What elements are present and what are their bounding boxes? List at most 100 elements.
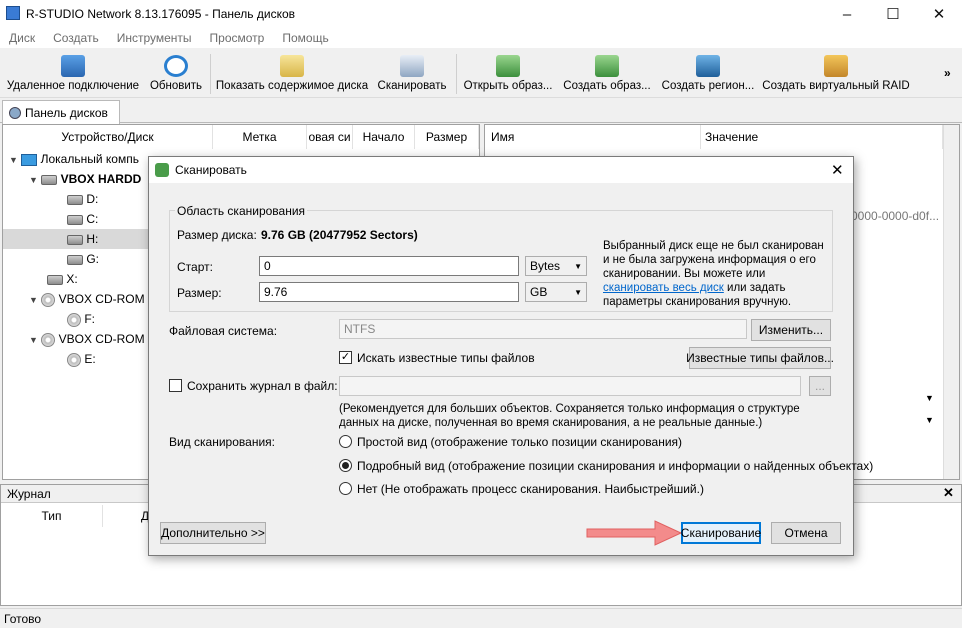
virtual-raid-button[interactable]: Создать виртуальный RAID — [762, 52, 910, 96]
scan-whole-disk-link[interactable]: сканировать весь диск — [603, 282, 724, 294]
scan-dialog-icon — [155, 163, 169, 177]
tab-disk-panel[interactable]: Панель дисков — [2, 100, 120, 124]
size-input[interactable]: 9.76 — [259, 282, 519, 302]
scan-dialog: Сканировать ✕ Область сканирования Разме… — [148, 156, 873, 556]
toolbar-separator — [456, 54, 457, 94]
dialog-title-bar: Сканировать ✕ — [149, 157, 853, 183]
journal-column-type[interactable]: Тип — [1, 505, 103, 527]
refresh-button[interactable]: Обновить — [148, 52, 204, 96]
open-image-button[interactable]: Открыть образ... — [462, 52, 554, 96]
highlight-arrow — [586, 520, 683, 546]
start-unit-select[interactable]: Bytes ▼ — [525, 256, 587, 276]
menu-view[interactable]: Просмотр — [201, 31, 274, 45]
browse-log-button[interactable]: ... — [809, 376, 831, 396]
known-file-types-button[interactable]: Известные типы файлов... — [686, 347, 834, 369]
computer-icon — [21, 153, 38, 166]
partition-icon — [67, 194, 83, 205]
tree-row-label: E: — [84, 352, 96, 366]
no-view-label: Нет (Не отображать процесс сканирования.… — [357, 482, 704, 496]
tree-row-label: VBOX CD-ROM — [58, 332, 145, 346]
column-header-fs[interactable]: овая си — [307, 125, 353, 149]
menu-create[interactable]: Создать — [44, 31, 108, 45]
create-image-button[interactable]: Создать образ... — [560, 52, 654, 96]
tree-row-label: C: — [86, 212, 99, 226]
column-header-start[interactable]: Начало — [353, 125, 415, 149]
collapse-icon[interactable]: ▼ — [29, 175, 38, 185]
scan-toolbar-button[interactable]: Сканировать — [374, 52, 450, 96]
show-content-icon — [280, 55, 304, 77]
known-types-checkbox[interactable]: ✓ — [339, 351, 352, 364]
menu-disk[interactable]: Диск — [0, 31, 44, 45]
tree-row-label: D: — [86, 192, 99, 206]
column-header-label[interactable]: Метка — [213, 125, 307, 149]
start-label: Старт: — [177, 260, 213, 274]
start-input[interactable]: 0 — [259, 256, 519, 276]
refresh-label: Обновить — [149, 80, 203, 92]
status-bar: Готово — [0, 608, 962, 628]
maximize-button[interactable]: ☐ — [870, 0, 916, 28]
virtual-raid-label: Создать виртуальный RAID — [762, 80, 910, 92]
journal-title: Журнал — [7, 487, 51, 501]
column-header-size[interactable]: Размер — [415, 125, 479, 149]
app-icon — [6, 6, 20, 20]
partition-icon — [47, 274, 63, 285]
tree-row-label: F: — [84, 312, 96, 326]
tree-row-label: X: — [66, 272, 78, 286]
collapse-icon[interactable]: ▼ — [29, 295, 38, 305]
cd-partition-icon — [67, 352, 81, 367]
title-bar: R-STUDIO Network 8.13.176095 - Панель ди… — [0, 0, 962, 28]
scan-view-label: Вид сканирования: — [169, 435, 275, 449]
column-header-name[interactable]: Имя — [485, 125, 701, 149]
known-types-label: Искать известные типы файлов — [357, 351, 535, 365]
minimize-button[interactable]: – — [824, 0, 870, 28]
close-button[interactable]: ✕ — [916, 0, 962, 28]
scan-icon — [400, 55, 424, 77]
window-title: R-STUDIO Network 8.13.176095 - Панель ди… — [26, 7, 295, 21]
property-value-fragment: 0000-0000-d0f... — [851, 209, 940, 223]
no-view-radio[interactable] — [339, 482, 352, 495]
tree-row-label: VBOX HARDD — [60, 172, 142, 186]
remote-connect-button[interactable]: Удаленное подключение — [6, 52, 140, 96]
create-region-icon — [696, 55, 720, 77]
tab-disk-panel-label: Панель дисков — [25, 105, 108, 120]
scan-info-text: Выбранный диск еще не был сканирован и н… — [603, 239, 827, 309]
collapse-icon[interactable]: ▼ — [29, 335, 38, 345]
column-header-device[interactable]: Устройство/Диск — [3, 125, 213, 149]
save-log-checkbox[interactable] — [169, 379, 182, 392]
dropdown-arrow-icon[interactable]: ▼ — [925, 415, 934, 425]
menu-tools[interactable]: Инструменты — [108, 31, 201, 45]
disk-panel-icon — [9, 106, 21, 119]
tree-row-label: G: — [86, 252, 100, 266]
journal-close-icon[interactable]: ✕ — [943, 485, 954, 501]
cdrom-icon — [41, 332, 56, 347]
status-text: Готово — [4, 612, 42, 626]
start-scan-button[interactable]: Сканирование — [681, 522, 761, 544]
dialog-close-icon[interactable]: ✕ — [831, 161, 844, 179]
size-unit-value: GB — [530, 285, 548, 299]
collapse-icon[interactable]: ▼ — [9, 155, 18, 165]
menu-help[interactable]: Помощь — [273, 31, 337, 45]
properties-scrollbar[interactable] — [943, 125, 959, 479]
size-unit-select[interactable]: GB ▼ — [525, 282, 587, 302]
save-log-label: Сохранить журнал в файл: — [187, 379, 338, 393]
show-content-label: Показать содержимое диска — [215, 80, 369, 92]
detailed-view-radio[interactable] — [339, 459, 352, 472]
tree-row-label: H: — [86, 232, 99, 246]
toolbar: Удаленное подключение Обновить Показать … — [0, 48, 962, 98]
cd-partition-icon — [67, 312, 81, 327]
dropdown-arrow-icon[interactable]: ▼ — [925, 393, 934, 403]
cancel-button[interactable]: Отмена — [771, 522, 841, 544]
advanced-button[interactable]: Дополнительно >> — [160, 522, 266, 544]
show-content-button[interactable]: Показать содержимое диска — [216, 52, 368, 96]
chevron-down-icon: ▼ — [574, 287, 582, 297]
change-fs-button[interactable]: Изменить... — [751, 319, 831, 341]
refresh-icon — [164, 55, 188, 77]
toolbar-overflow-icon[interactable]: » — [944, 66, 951, 80]
scan-label: Сканировать — [377, 80, 447, 92]
simple-view-radio[interactable] — [339, 435, 352, 448]
column-header-value[interactable]: Значение — [701, 125, 943, 149]
create-region-button[interactable]: Создать регион... — [660, 52, 756, 96]
detailed-view-label: Подробный вид (отображение позиции скани… — [357, 459, 874, 473]
virtual-raid-icon — [824, 55, 848, 77]
open-image-label: Открыть образ... — [463, 80, 553, 92]
